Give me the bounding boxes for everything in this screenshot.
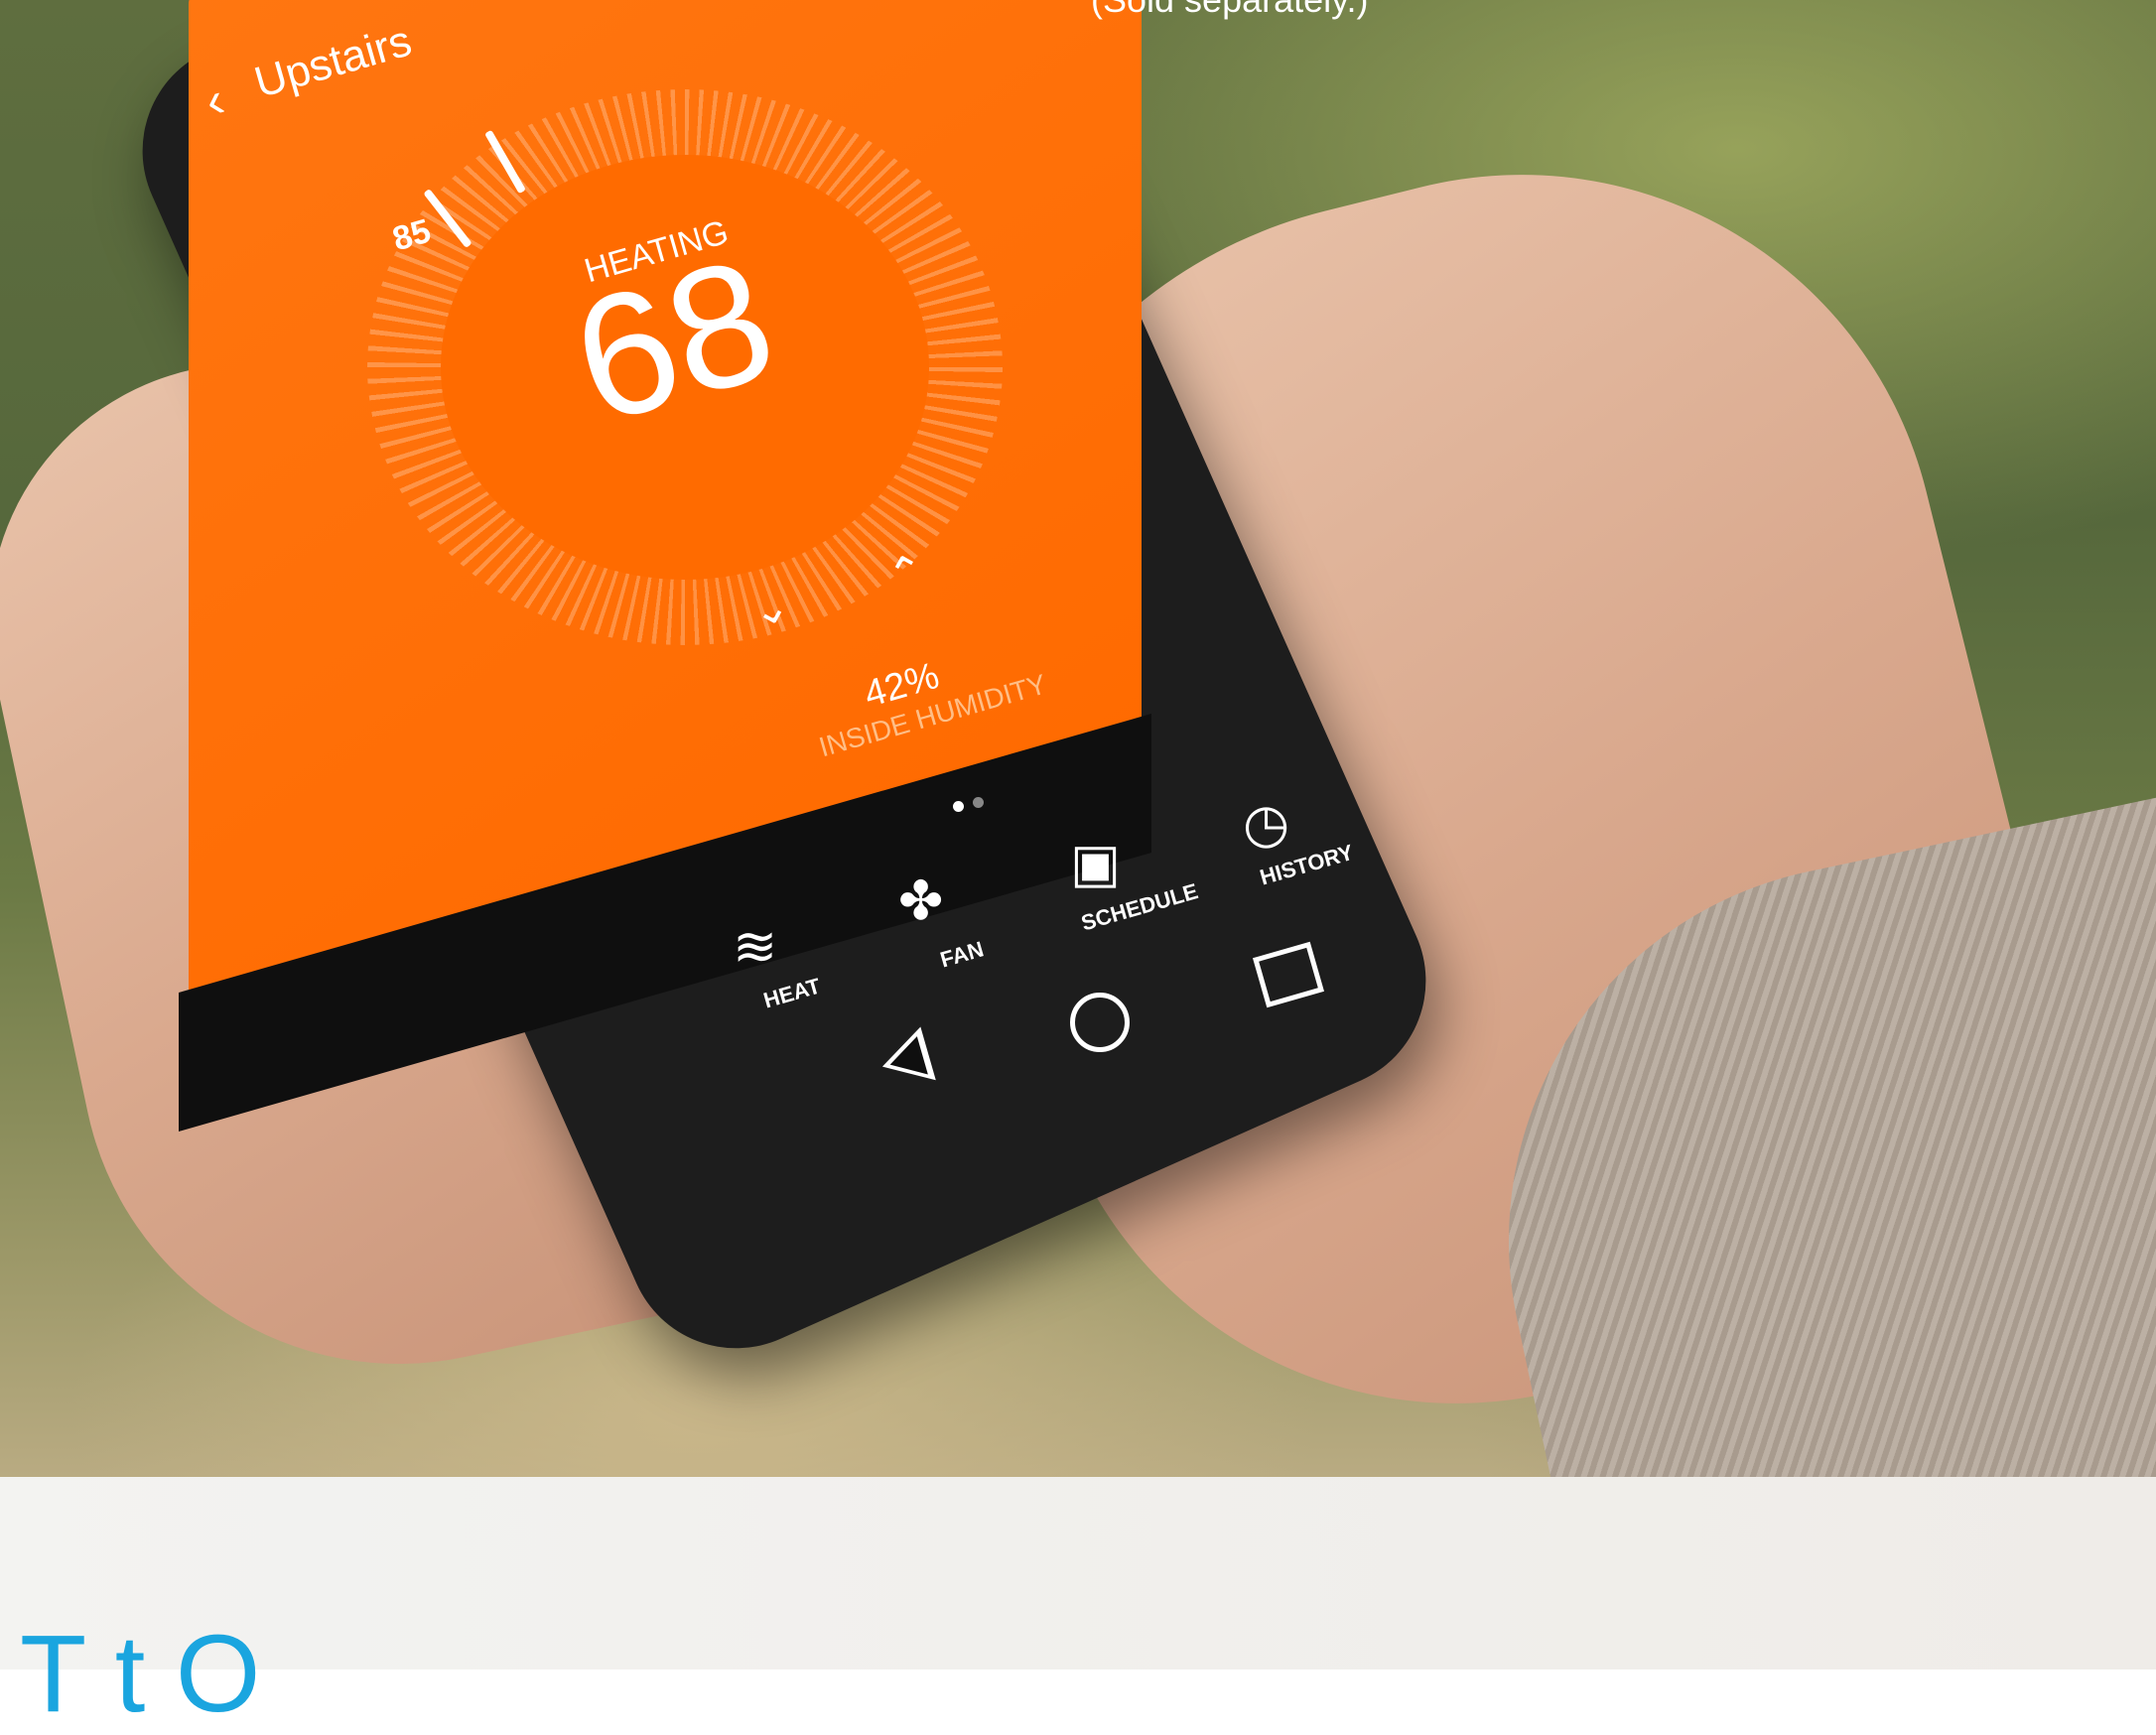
home-circle-icon[interactable]: [1070, 993, 1130, 1052]
heat-waves-icon[interactable]: ≋: [733, 915, 777, 978]
intro-caption: (Sold separately.)3: [1091, 0, 1885, 26]
intro-text: (Sold separately.): [1091, 0, 1368, 20]
history-clock-icon[interactable]: ◷: [1243, 792, 1289, 855]
footnote-ref: 3: [1368, 0, 1380, 4]
hero-photo: ‹ Upstairs 85 HEATING 68 ⌄ ⌃ 42% INSIDE …: [0, 0, 2156, 1477]
section-heading: T t O: [20, 1613, 261, 1735]
page-dot[interactable]: [973, 797, 984, 808]
fan-icon[interactable]: ✤: [898, 869, 943, 932]
calendar-icon[interactable]: ▣: [1070, 832, 1121, 894]
page-dot-active[interactable]: [953, 801, 964, 812]
section-band: [0, 1477, 2156, 1669]
